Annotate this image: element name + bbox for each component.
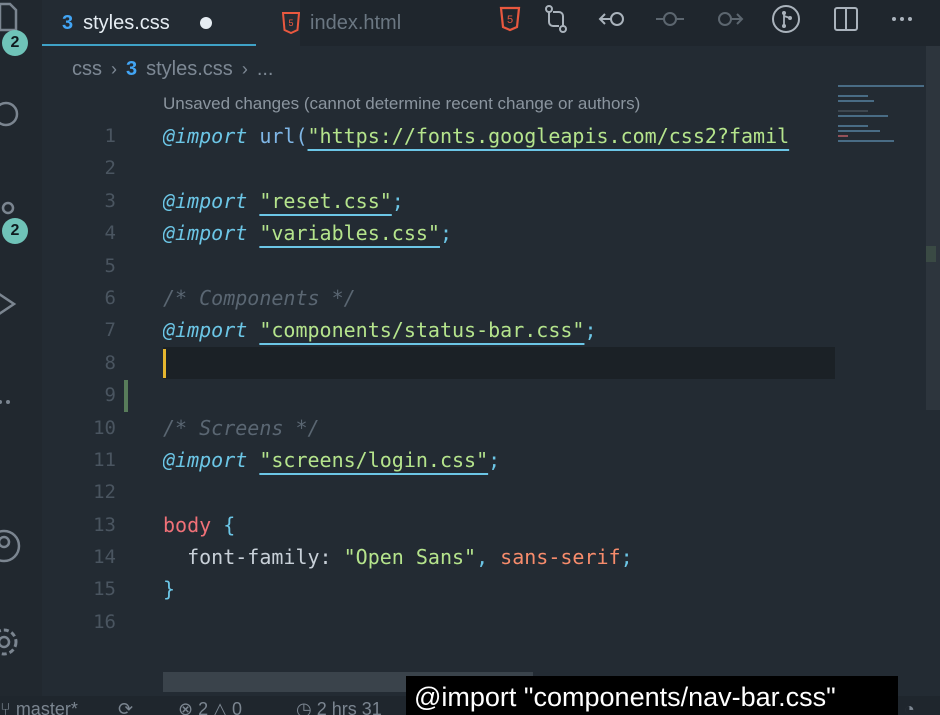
blame-annotation: Unsaved changes (cannot determine recent… <box>163 94 641 113</box>
search-icon[interactable] <box>0 94 26 134</box>
tab-styles-css[interactable]: 3 styles.css <box>42 0 300 46</box>
toggle-blame-icon[interactable] <box>654 3 686 35</box>
git-graph-icon[interactable] <box>770 3 802 35</box>
line-number: 10 <box>93 416 116 439</box>
line-number-gutter: 1 2 3 4 5 6 7 8 9 10 11 12 13 14 15 16 <box>60 120 116 638</box>
tab-index-html[interactable]: 5 index.html <box>282 0 452 46</box>
gutter-modified-indicator[interactable] <box>124 380 128 412</box>
chevron-right-icon: › <box>111 58 117 79</box>
account-icon[interactable] <box>0 526 26 566</box>
notifications-bell-icon[interactable]: ◔ <box>904 699 915 715</box>
unsaved-dot-icon[interactable] <box>199 17 212 29</box>
line-number: 3 <box>104 189 116 212</box>
breadcrumb-folder[interactable]: css <box>72 58 102 81</box>
svg-text:5: 5 <box>507 14 513 26</box>
code-line: font-family: "Open Sans", sans-serif; <box>163 545 633 570</box>
breadcrumb-more[interactable]: ... <box>257 58 274 81</box>
tab-label: styles.css <box>83 11 170 34</box>
clock-icon: ◷ <box>296 699 317 715</box>
split-editor-icon[interactable] <box>830 3 862 35</box>
line-number: 8 <box>104 351 116 374</box>
line-number: 1 <box>104 125 116 147</box>
error-icon: ⊗ <box>178 699 199 715</box>
previous-change-icon[interactable] <box>598 3 630 35</box>
line-number: 11 <box>93 448 116 471</box>
compare-changes-icon[interactable] <box>540 3 572 35</box>
hover-tooltip: @import "components/nav-bar.css" <box>406 676 898 715</box>
branch-status[interactable]: ⑂ master* <box>0 699 78 715</box>
code-line: @import url("https://fonts.googleapis.co… <box>163 124 790 148</box>
tab-bar: 3 styles.css 5 index.html 5 <box>42 0 940 46</box>
line-number: 12 <box>93 481 116 504</box>
line-number: 4 <box>104 222 116 245</box>
code-line: /* Components */ <box>163 285 356 310</box>
css3-icon: 3 <box>62 11 74 34</box>
line-number: 6 <box>104 286 116 309</box>
next-change-icon[interactable] <box>712 3 744 35</box>
code-line: @import "variables.css"; <box>163 221 453 246</box>
chevron-right-icon: › <box>241 58 248 79</box>
html5-icon: 5 <box>282 12 300 34</box>
problems-status[interactable]: ⊗ 2 △ 0 <box>178 699 242 715</box>
source-control-badge: 2 <box>2 218 28 244</box>
more-icon[interactable] <box>0 382 26 422</box>
activity-bar: 2 2 <box>0 0 42 715</box>
line-number: 9 <box>104 384 116 407</box>
svg-text:5: 5 <box>288 18 293 28</box>
line-number: 7 <box>104 319 116 342</box>
tab-label: index.html <box>310 11 402 34</box>
time-tracker-status[interactable]: ◷ 2 hrs 31 <box>296 699 382 715</box>
sync-icon[interactable]: ⟳ <box>118 699 133 715</box>
line-number: 15 <box>93 578 116 601</box>
breadcrumb-file[interactable]: styles.css <box>146 58 233 81</box>
code-line-current <box>163 347 835 379</box>
code-line: } <box>163 577 176 602</box>
css3-icon: 3 <box>126 57 138 80</box>
open-preview-html5-icon[interactable]: 5 <box>494 3 526 35</box>
code-line: @import "screens/login.css"; <box>163 447 501 472</box>
warning-icon: △ <box>208 699 232 715</box>
minimap[interactable] <box>838 85 926 145</box>
run-debug-icon[interactable] <box>0 284 26 324</box>
text-cursor <box>163 349 166 378</box>
code-editor[interactable]: @import url("https://fonts.googleapis.co… <box>163 120 835 638</box>
line-number: 5 <box>104 254 116 277</box>
line-number: 14 <box>93 546 116 569</box>
line-number: 13 <box>93 513 116 536</box>
code-line: body { <box>163 512 236 537</box>
line-number: 16 <box>93 610 116 633</box>
more-actions-icon[interactable] <box>886 3 918 35</box>
code-line: /* Screens */ <box>163 415 320 440</box>
settings-gear-icon[interactable] <box>0 622 26 662</box>
breadcrumb: css › 3 styles.css › ... <box>72 56 273 82</box>
explorer-badge: 2 <box>2 30 28 56</box>
vertical-scrollbar[interactable] <box>926 46 940 410</box>
line-number: 2 <box>104 157 116 180</box>
code-line: @import "components/status-bar.css"; <box>163 318 597 343</box>
code-line: @import "reset.css"; <box>163 188 404 213</box>
